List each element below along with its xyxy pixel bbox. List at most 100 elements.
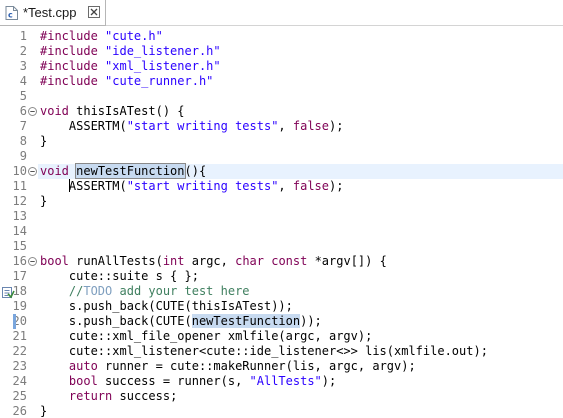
code-token: }	[40, 134, 48, 148]
code-line[interactable]: bool success = runner(s, "AllTests");	[40, 374, 336, 389]
code-line[interactable]: cute::xml_listener<cute::ide_listener<>>…	[40, 344, 488, 359]
line-number: 14	[12, 224, 27, 238]
code-line[interactable]: s.push_back(CUTE(newTestFunction));	[40, 314, 322, 329]
line-number: 17	[12, 269, 27, 283]
code-token: cute::suite s { };	[40, 269, 199, 283]
code-editor[interactable]: 1 #include "cute.h" 2 #include "ide_listene…	[0, 26, 563, 418]
code-line[interactable]: bool runAllTests(int argc, char const *a…	[40, 254, 387, 269]
code-token: ASSERTM(	[68, 179, 127, 193]
fold-collapse-icon[interactable]	[28, 167, 37, 176]
code-token: }	[40, 194, 48, 208]
code-line[interactable]: ASSERTM("start writing tests", false);	[40, 179, 343, 194]
code-line[interactable]: cute::suite s { };	[40, 269, 199, 284]
string-token: "cute_runner.h"	[105, 74, 214, 88]
string-token: "start writing tests"	[126, 179, 279, 193]
code-token: (){	[184, 164, 207, 178]
editor-tab-bar: c *Test.cpp	[0, 0, 563, 26]
line-number: 2	[19, 44, 27, 58]
line-number: 8	[19, 134, 27, 148]
line-number: 1	[19, 29, 27, 43]
string-token: "cute.h"	[105, 29, 163, 43]
code-line[interactable]: s.push_back(CUTE(thisIsATest));	[40, 299, 293, 314]
code-token: s.push_back(CUTE(thisIsATest));	[40, 299, 293, 313]
code-token: ASSERTM(	[40, 119, 127, 133]
comment-token: add your test here	[112, 284, 250, 298]
task-marker-icon[interactable]	[1, 285, 15, 299]
fold-collapse-icon[interactable]	[28, 257, 37, 266]
line-number: 26	[12, 404, 27, 418]
line-number: 10	[12, 164, 27, 178]
code-line[interactable]: void newTestFunction(){	[40, 163, 207, 179]
todo-tag: TODO	[83, 284, 113, 298]
code-token: );	[321, 374, 337, 388]
code-token: );	[329, 119, 344, 133]
keyword-token: return	[68, 389, 113, 403]
line-number: 7	[19, 119, 27, 133]
code-token: runner = cute::makeRunner(lis, argc, arg…	[97, 359, 416, 373]
code-token: thisIsATest() {	[68, 104, 185, 118]
string-token: "start writing tests"	[126, 119, 279, 133]
code-token: ,	[278, 119, 293, 133]
line-number: 22	[12, 344, 27, 358]
code-token: success;	[112, 389, 178, 403]
code-line[interactable]: void thisIsATest() {	[40, 104, 185, 119]
line-number: 15	[12, 239, 27, 253]
code-token: cute::xml_listener<cute::ide_listener<>>…	[40, 344, 488, 358]
tab-test-cpp[interactable]: c *Test.cpp	[0, 0, 106, 26]
keyword-token: void	[40, 164, 69, 178]
code-line[interactable]: #include "ide_listener.h"	[40, 44, 221, 59]
code-line[interactable]: auto runner = cute::makeRunner(lis, argc…	[40, 359, 416, 374]
code-line[interactable]: ASSERTM("start writing tests", false);	[40, 119, 344, 134]
line-number: 4	[19, 74, 27, 88]
code-token: ,	[278, 179, 293, 193]
code-token: ));	[300, 314, 322, 328]
keyword-token: bool	[68, 374, 98, 388]
line-number: 6	[19, 104, 27, 118]
code-token: *argv[]) {	[307, 254, 387, 268]
code-token: }	[40, 404, 48, 418]
line-number: 11	[12, 179, 27, 193]
line-number: 12	[12, 194, 27, 208]
code-line[interactable]: #include "xml_listener.h"	[40, 59, 221, 74]
code-line[interactable]: }	[40, 194, 47, 209]
keyword-token: #include	[40, 59, 98, 73]
keyword-token: false	[292, 119, 329, 133]
code-token: success = runner(s,	[97, 374, 250, 388]
fold-collapse-icon[interactable]	[28, 107, 37, 116]
line-number: 25	[12, 389, 27, 403]
code-line[interactable]: #include "cute.h"	[40, 29, 163, 44]
keyword-token: auto	[68, 359, 98, 373]
line-number: 16	[12, 254, 27, 268]
code-line[interactable]: //TODO add your test here	[40, 284, 250, 299]
line-number: 3	[19, 59, 27, 73]
line-number: 13	[12, 209, 27, 223]
code-token: argc,	[184, 254, 236, 268]
tab-title: *Test.cpp	[23, 5, 77, 20]
cpp-file-icon: c	[5, 6, 18, 20]
string-token: "xml_listener.h"	[105, 59, 221, 73]
line-number: 23	[12, 359, 27, 373]
highlighted-occurrence: newTestFunction	[191, 314, 301, 328]
code-line[interactable]: return success;	[40, 389, 177, 404]
code-line[interactable]: #include "cute_runner.h"	[40, 74, 213, 89]
keyword-token: #include	[40, 44, 98, 58]
code-token: runAllTests(	[68, 254, 163, 268]
keyword-token: #include	[40, 74, 98, 88]
line-number: 19	[12, 299, 27, 313]
keyword-token: #include	[40, 29, 98, 43]
code-line[interactable]: }	[40, 404, 47, 418]
string-token: "AllTests"	[249, 374, 322, 388]
line-number: 21	[12, 329, 27, 343]
string-token: "ide_listener.h"	[105, 44, 221, 58]
close-icon[interactable]	[88, 6, 100, 18]
code-line[interactable]: cute::xml_file_opener xmlfile(argc, argv…	[40, 329, 372, 344]
code-line[interactable]: }	[40, 134, 47, 149]
occurrence-marker	[13, 314, 16, 329]
svg-text:c: c	[8, 11, 13, 20]
